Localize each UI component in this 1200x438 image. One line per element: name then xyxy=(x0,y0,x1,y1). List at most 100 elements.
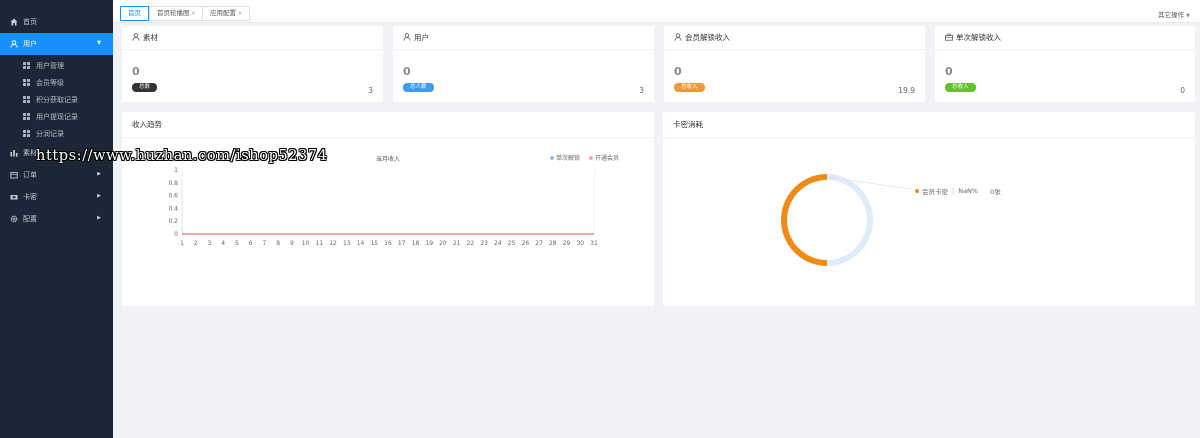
x-tick-label: 21 xyxy=(453,240,461,247)
tab-home[interactable]: 首页 xyxy=(120,6,149,21)
tab-app-config[interactable]: 应用配置 ✕ xyxy=(202,6,251,21)
stat-card-header: 素材 xyxy=(122,26,383,50)
x-tick-label: 3 xyxy=(208,240,212,247)
watermark-text: https://www.huzhan.com/ishop52374 xyxy=(36,148,328,164)
grid-icon xyxy=(23,79,30,86)
chevron-down-icon: ▼ xyxy=(1186,13,1190,19)
stat-total: 0 xyxy=(1180,86,1185,95)
tab-label: 应用配置 xyxy=(210,9,236,17)
sidebar-item-home[interactable]: 首页 xyxy=(0,11,113,33)
x-tick-label: 14 xyxy=(357,240,365,247)
card-donut-chart xyxy=(781,174,912,266)
legend-marker xyxy=(550,156,554,160)
order-icon xyxy=(9,171,19,179)
x-tick-label: 6 xyxy=(249,240,253,247)
stat-total: 3 xyxy=(368,86,373,95)
user-icon xyxy=(403,32,411,43)
sidebar: 首页 用户 ▼ 用户管理 会员等级 积分获取记录 用户提现记录 分润记录 素材 xyxy=(0,0,113,438)
x-tick-label: 11 xyxy=(316,240,324,247)
x-tick-label: 30 xyxy=(576,240,584,247)
legend-marker xyxy=(589,156,593,160)
close-icon[interactable]: ✕ xyxy=(238,11,242,17)
sidebar-item-config[interactable]: 配置 ▶ xyxy=(0,208,113,230)
x-tick-label: 26 xyxy=(522,240,530,247)
caret-right-icon: ▶ xyxy=(97,193,101,199)
income-trend-title: 收入趋势 xyxy=(122,112,654,138)
grid-icon xyxy=(23,96,30,103)
user-icon xyxy=(132,32,140,43)
sidebar-item-card[interactable]: 卡密 ▶ xyxy=(0,186,113,208)
gear-icon xyxy=(9,215,19,223)
sidebar-item-label: 用户 xyxy=(23,40,37,48)
sidebar-subitem-label: 会员等级 xyxy=(36,78,64,87)
legend-percent: NaN% xyxy=(958,187,979,195)
stat-value: 0 xyxy=(945,65,953,78)
topbar: 首页 首页轮播图 ✕ 应用配置 ✕ 其它操作 ▼ xyxy=(113,0,1200,23)
x-tick-label: 27 xyxy=(535,240,543,247)
card-consumption-panel: 卡密消耗 会员卡密 | NaN% 0张 xyxy=(663,112,1195,306)
legend-count: 0张 xyxy=(990,188,1001,196)
tab-label: 首页 xyxy=(128,9,141,17)
bar-chart-icon xyxy=(9,149,19,157)
other-operations-label: 其它操作 xyxy=(1158,11,1185,19)
caret-right-icon: ▶ xyxy=(97,215,101,221)
x-tick-label: 31 xyxy=(590,240,598,247)
sidebar-subitem-user-management[interactable]: 用户管理 xyxy=(0,57,113,74)
sidebar-subitem-label: 用户管理 xyxy=(36,61,64,70)
stat-value: 0 xyxy=(674,65,682,78)
stat-value: 0 xyxy=(403,65,411,78)
stat-card-material: 素材 0 总数 3 xyxy=(122,26,383,102)
sidebar-subitem-points-record[interactable]: 积分获取记录 xyxy=(0,91,113,108)
sidebar-subitem-member-level[interactable]: 会员等级 xyxy=(0,74,113,91)
stat-card-single-income: 单次解锁收入 0 总收入 0 xyxy=(935,26,1195,102)
chart-title: 当月收入 xyxy=(376,155,400,163)
stat-card-header: 用户 xyxy=(393,26,654,50)
briefcase-icon xyxy=(945,33,953,43)
stat-card-title: 单次解锁收入 xyxy=(956,33,1001,42)
legend-label: 单次解锁 xyxy=(556,154,580,162)
sidebar-item-user[interactable]: 用户 ▼ xyxy=(0,33,113,55)
sidebar-item-label: 配置 xyxy=(23,215,37,223)
x-tick-label: 23 xyxy=(480,240,488,247)
tab-home-carousel[interactable]: 首页轮播图 ✕ xyxy=(149,6,204,21)
caret-down-icon: ▼ xyxy=(97,40,101,46)
stat-card-title: 素材 xyxy=(143,33,158,42)
x-tick-label: 29 xyxy=(563,240,571,247)
x-tick-label: 20 xyxy=(439,240,447,247)
x-tick-label: 25 xyxy=(508,240,516,247)
grid-icon xyxy=(23,130,30,137)
x-tick-label: 1 xyxy=(180,240,184,247)
stat-card-member-income: 会员解锁收入 0 总收入 19.9 xyxy=(664,26,925,102)
stat-total: 19.9 xyxy=(898,86,915,95)
sidebar-item-label: 素材 xyxy=(23,149,37,157)
sidebar-item-order[interactable]: 订单 ▶ xyxy=(0,164,113,186)
x-tick-label: 5 xyxy=(235,240,239,247)
sidebar-subitem-profit-record[interactable]: 分润记录 xyxy=(0,125,113,142)
legend-label: 会员卡密 xyxy=(922,188,948,196)
stat-badge: 总人数 xyxy=(403,83,434,92)
y-tick-label: 0.2 xyxy=(168,218,178,225)
x-tick-label: 9 xyxy=(290,240,294,247)
stat-badge: 总收入 xyxy=(945,83,976,92)
y-tick-label: 0.6 xyxy=(168,193,178,200)
other-operations-dropdown[interactable]: 其它操作 ▼ xyxy=(1158,9,1190,19)
income-trend-panel: 收入趋势 当月收入 0 0.2 0.4 0.6 0.8 1 1 2 3 4 5 6 7 8 9 10 11 12 13… xyxy=(122,112,654,306)
user-icon xyxy=(9,40,19,48)
sidebar-subitem-label: 分润记录 xyxy=(36,129,64,138)
close-icon[interactable]: ✕ xyxy=(192,11,196,17)
x-tick-label: 12 xyxy=(329,240,337,247)
stat-card-title: 会员解锁收入 xyxy=(685,33,730,42)
sidebar-item-label: 卡密 xyxy=(23,193,37,201)
x-tick-label: 13 xyxy=(343,240,351,247)
x-tick-label: 22 xyxy=(467,240,475,247)
tab-label: 首页轮播图 xyxy=(157,9,190,17)
x-tick-label: 2 xyxy=(194,240,198,247)
x-tick-label: 8 xyxy=(276,240,280,247)
stat-card-users: 用户 0 总人数 3 xyxy=(393,26,654,102)
y-tick-label: 1 xyxy=(174,167,178,174)
grid-icon xyxy=(23,62,30,69)
stat-total: 3 xyxy=(639,86,644,95)
stat-value: 0 xyxy=(132,65,140,78)
home-icon xyxy=(9,18,19,26)
sidebar-subitem-withdraw-record[interactable]: 用户提现记录 xyxy=(0,108,113,125)
